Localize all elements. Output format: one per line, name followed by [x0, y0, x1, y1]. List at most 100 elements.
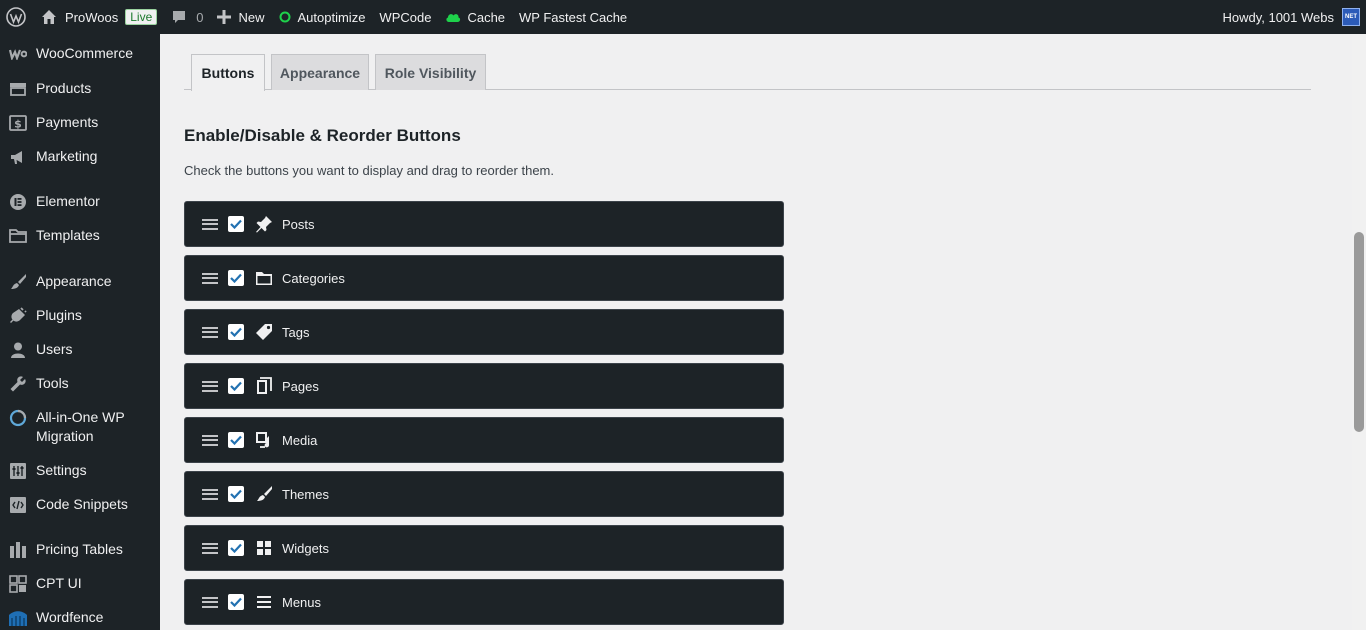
- section-description: Check the buttons you want to display an…: [184, 163, 554, 178]
- drag-handle-icon[interactable]: [202, 596, 218, 608]
- checkmark-icon: [230, 489, 242, 499]
- autoptimize-link[interactable]: Autoptimize: [272, 0, 373, 34]
- code-icon: [0, 495, 36, 514]
- home-icon: [41, 9, 57, 25]
- cache-link[interactable]: Cache: [438, 0, 512, 34]
- button-label: Widgets: [282, 540, 329, 556]
- avatar: NET: [1342, 8, 1360, 26]
- status-circle-icon: [279, 11, 291, 23]
- sidebar-item-plugins[interactable]: Plugins: [0, 306, 160, 325]
- button-label: Menus: [282, 594, 322, 610]
- checkmark-icon: [230, 381, 242, 391]
- drag-handle-icon[interactable]: [202, 488, 218, 500]
- button-row-tags[interactable]: Tags: [184, 309, 784, 355]
- button-label: Themes: [282, 486, 329, 502]
- site-name-link[interactable]: ProWoos Live: [34, 0, 164, 34]
- wordpress-logo-icon[interactable]: [0, 0, 34, 34]
- new-label: New: [238, 9, 265, 25]
- drag-handle-icon[interactable]: [202, 326, 218, 338]
- button-row-posts[interactable]: Posts: [184, 201, 784, 247]
- button-label: Categories: [282, 270, 345, 286]
- button-row-themes[interactable]: Themes: [184, 471, 784, 517]
- tab-appearance[interactable]: Appearance: [271, 54, 369, 90]
- widgets-icon: [254, 538, 274, 558]
- drag-handle-icon[interactable]: [202, 272, 218, 284]
- drag-handle-icon[interactable]: [202, 434, 218, 446]
- sidebar-item-settings[interactable]: Settings: [0, 461, 160, 480]
- enable-checkbox[interactable]: [228, 378, 244, 394]
- folder-icon: [254, 268, 274, 288]
- page-scrollbar[interactable]: [1352, 34, 1366, 630]
- enable-checkbox[interactable]: [228, 216, 244, 232]
- button-row-categories[interactable]: Categories: [184, 255, 784, 301]
- sidebar-item-pricing-tables[interactable]: Pricing Tables: [0, 540, 160, 559]
- products-icon: [0, 79, 36, 98]
- svg-text:$: $: [14, 117, 22, 130]
- enable-checkbox[interactable]: [228, 270, 244, 286]
- new-content-link[interactable]: New: [210, 0, 271, 34]
- enable-checkbox[interactable]: [228, 540, 244, 556]
- button-row-pages[interactable]: Pages: [184, 363, 784, 409]
- sidebar-item-code-snippets[interactable]: Code Snippets: [0, 495, 160, 514]
- button-label: Posts: [282, 216, 315, 232]
- enable-checkbox[interactable]: [228, 486, 244, 502]
- checkmark-icon: [230, 327, 242, 337]
- site-name: ProWoos: [65, 9, 119, 25]
- sidebar-item-tools[interactable]: Tools: [0, 374, 160, 393]
- main-content: Buttons Appearance Role Visibility Enabl…: [160, 34, 1352, 630]
- scrollbar-thumb[interactable]: [1354, 232, 1364, 432]
- wpcode-link[interactable]: WPCode: [372, 0, 438, 34]
- sidebar-item-marketing[interactable]: Marketing: [0, 147, 160, 166]
- wordfence-icon: [0, 608, 36, 627]
- button-row-menus[interactable]: Menus: [184, 579, 784, 625]
- cloud-icon: [445, 11, 461, 23]
- enable-checkbox[interactable]: [228, 324, 244, 340]
- sidebar-item-appearance[interactable]: Appearance: [0, 272, 160, 291]
- wrench-icon: [0, 374, 36, 393]
- sidebar-item-users[interactable]: Users: [0, 340, 160, 359]
- admin-bar: ProWoos Live 0 New Autoptimize WPCode Ca…: [0, 0, 1366, 34]
- sidebar-item-elementor[interactable]: Elementor: [0, 192, 160, 211]
- tab-role-visibility[interactable]: Role Visibility: [375, 54, 486, 90]
- checkmark-icon: [230, 273, 242, 283]
- button-label: Media: [282, 432, 318, 448]
- settings-tabs: Buttons Appearance Role Visibility: [184, 34, 1311, 91]
- brush-icon: [254, 484, 274, 504]
- button-row-media[interactable]: Media: [184, 417, 784, 463]
- settings-icon: [0, 461, 36, 480]
- wp-fastest-cache-label: WP Fastest Cache: [519, 9, 628, 25]
- sidebar-item-products[interactable]: Products: [0, 79, 160, 98]
- live-badge: Live: [125, 9, 158, 25]
- drag-handle-icon[interactable]: [202, 542, 218, 554]
- sidebar-item-woocommerce[interactable]: WooCommerce: [0, 44, 160, 63]
- sidebar-item-payments[interactable]: $ Payments: [0, 113, 160, 132]
- drag-handle-icon[interactable]: [202, 380, 218, 392]
- comments-link[interactable]: 0: [164, 0, 210, 34]
- comment-icon: [171, 9, 187, 25]
- drag-handle-icon[interactable]: [202, 218, 218, 230]
- wp-fastest-cache-link[interactable]: WP Fastest Cache: [512, 0, 634, 34]
- comments-count: 0: [196, 9, 204, 25]
- payments-icon: $: [0, 113, 36, 132]
- cpt-icon: [0, 574, 36, 593]
- checkmark-icon: [230, 543, 242, 553]
- section-title: Enable/Disable & Reorder Buttons: [184, 126, 461, 145]
- media-icon: [254, 430, 274, 450]
- button-label: Pages: [282, 378, 319, 394]
- sidebar-item-wordfence[interactable]: Wordfence: [0, 608, 160, 627]
- sidebar-item-cpt-ui[interactable]: CPT UI: [0, 574, 160, 593]
- pricing-icon: [0, 540, 36, 559]
- plus-icon: [217, 10, 232, 24]
- migration-icon: [0, 408, 36, 427]
- my-account-link[interactable]: Howdy, 1001 Webs NET: [1215, 0, 1360, 34]
- sidebar-item-templates[interactable]: Templates: [0, 226, 160, 245]
- enable-checkbox[interactable]: [228, 432, 244, 448]
- enable-checkbox[interactable]: [228, 594, 244, 610]
- checkmark-icon: [230, 597, 242, 607]
- wpcode-label: WPCode: [379, 9, 432, 25]
- marketing-icon: [0, 147, 36, 166]
- button-row-widgets[interactable]: Widgets: [184, 525, 784, 571]
- sidebar-item-all-in-one-wp-migration[interactable]: All-in-One WP Migration: [0, 408, 160, 446]
- tab-buttons[interactable]: Buttons: [191, 54, 265, 91]
- autoptimize-label: Autoptimize: [297, 9, 366, 25]
